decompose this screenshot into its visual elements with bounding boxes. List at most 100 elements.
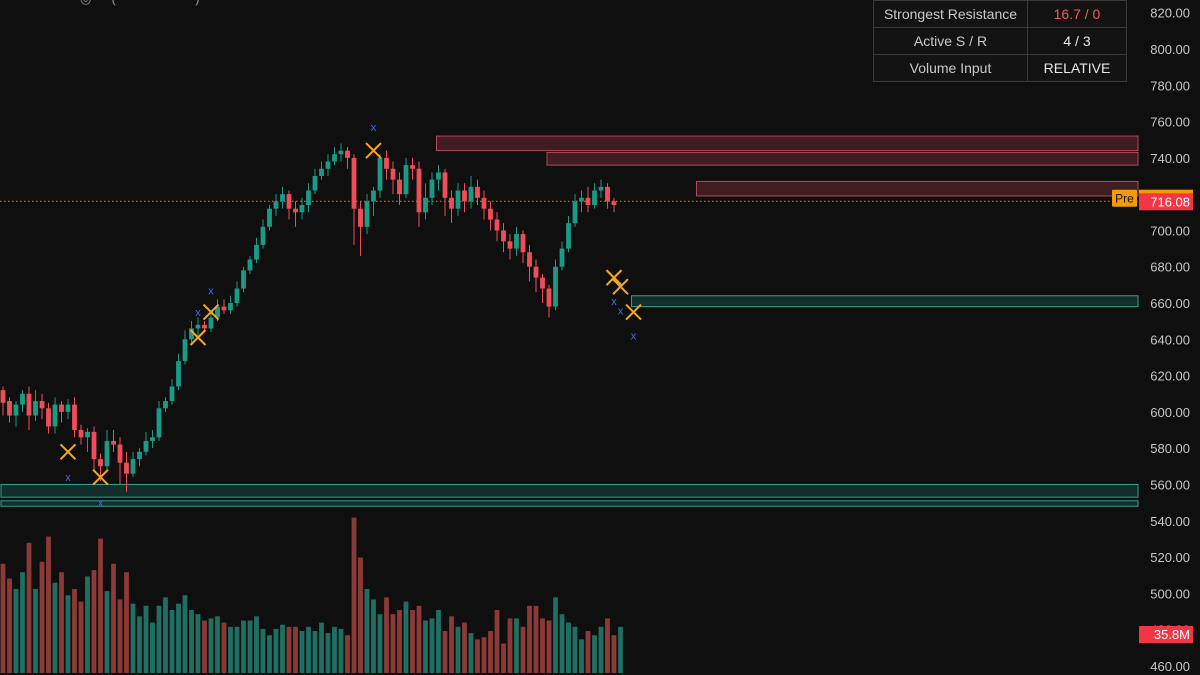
volume-bar (312, 631, 318, 673)
volume-bar (442, 631, 448, 673)
volume-bar (488, 631, 493, 673)
volume-bar (33, 589, 38, 673)
candle-body (221, 306, 227, 311)
candle-body (488, 208, 493, 220)
candle-body (371, 190, 376, 202)
candle-body (397, 179, 402, 195)
volume-bar (124, 572, 129, 673)
candle-body (202, 324, 207, 329)
volume-bar (306, 626, 311, 673)
signal-cross-orange (612, 278, 629, 295)
signal-mark-blue: x (371, 122, 377, 134)
volume-bar (475, 639, 480, 673)
volume-bar (540, 618, 545, 673)
volume-bar (546, 620, 552, 673)
candle-body (26, 393, 32, 416)
volume-bar (78, 601, 84, 673)
volume-bar (403, 601, 409, 673)
candle-body (416, 168, 422, 213)
volume-bar (111, 563, 116, 673)
volume-bar (397, 610, 402, 673)
volume-bar (507, 618, 513, 673)
y-axis-tick-label: 820.00 (1150, 6, 1190, 21)
signal-mark-blue: x (208, 285, 214, 297)
candle-body (410, 165, 415, 169)
candle-body (280, 194, 285, 202)
candle-body (208, 317, 214, 329)
volume-bar (358, 557, 363, 673)
info-value: 16.7 / 0 (1027, 0, 1127, 28)
candle-body (228, 303, 233, 311)
signal-cross-orange (605, 269, 623, 286)
symbol-legend-cropped: ◎ ··· (··· ··· ··· ··· ···) (80, 0, 200, 7)
y-axis-tick-label: 700.00 (1150, 223, 1190, 238)
volume-bar (7, 578, 12, 673)
volume-badge-text: 35.8M (1154, 627, 1190, 642)
candle-body (338, 150, 344, 155)
candle-body (494, 219, 500, 231)
support-zone (0, 483, 1139, 498)
candle-body (429, 179, 435, 198)
info-key: Active S / R (873, 27, 1028, 55)
volume-bar (98, 538, 103, 673)
candle-body (163, 401, 168, 409)
y-axis-tick-label: 620.00 (1150, 369, 1190, 384)
candle-body (254, 244, 259, 260)
volume-bar (325, 633, 331, 673)
volume-bar (117, 599, 123, 673)
candle-body (267, 208, 272, 227)
y-axis-tick-label: 520.00 (1150, 550, 1190, 565)
candle-body (169, 386, 175, 402)
candle-body (325, 161, 331, 169)
candle-body (33, 401, 38, 416)
volume-bar (273, 628, 279, 673)
volume-bar (611, 635, 617, 673)
candle-body (156, 408, 162, 438)
signal-mark-blue: x (195, 307, 201, 319)
volume-bar (468, 633, 474, 673)
candle-body (286, 194, 292, 209)
candle-body (98, 459, 103, 467)
volume-bar (0, 563, 6, 673)
candle-body (585, 197, 591, 206)
price-chart[interactable]: xxxxxxxx820.00800.00780.00760.00740.0072… (0, 0, 1200, 675)
volume-bar (228, 626, 233, 673)
candle-body (137, 451, 142, 460)
volume-bar (533, 605, 539, 673)
candle-body (345, 150, 350, 158)
candle-body (449, 197, 454, 209)
volume-bar (163, 597, 168, 673)
volume-bar (377, 614, 383, 673)
y-axis-tick-label: 780.00 (1150, 78, 1190, 93)
candle-body (319, 168, 324, 177)
volume-bar (585, 631, 591, 673)
candle-body (150, 437, 155, 441)
volume-bar (189, 610, 194, 673)
volume-bar (390, 614, 396, 673)
candle-body (546, 288, 552, 307)
volume-bar (46, 536, 51, 673)
candle-body (598, 186, 604, 191)
volume-bar (598, 626, 604, 673)
candle-body (273, 201, 279, 209)
info-row-strongest-resistance: Strongest Resistance 16.7 / 0 (873, 0, 1127, 28)
candle-body (572, 201, 578, 224)
candle-body (306, 190, 311, 206)
candle-body (182, 339, 188, 362)
candle-body (78, 430, 84, 438)
support-zone (0, 500, 1139, 507)
candle-body (241, 270, 246, 289)
candle-body (20, 393, 25, 405)
candle-body (299, 205, 305, 213)
candle-body (176, 361, 181, 387)
volume-bar (345, 635, 350, 673)
candle-body (566, 223, 571, 249)
candle-body (455, 190, 461, 209)
volume-bar (195, 614, 201, 673)
signal-mark-blue: x (65, 472, 71, 484)
volume-bar (26, 542, 32, 673)
candle-body (46, 408, 51, 427)
signal-mark-blue: x (618, 305, 624, 317)
volume-bar (618, 626, 623, 673)
volume-bar (481, 637, 487, 673)
